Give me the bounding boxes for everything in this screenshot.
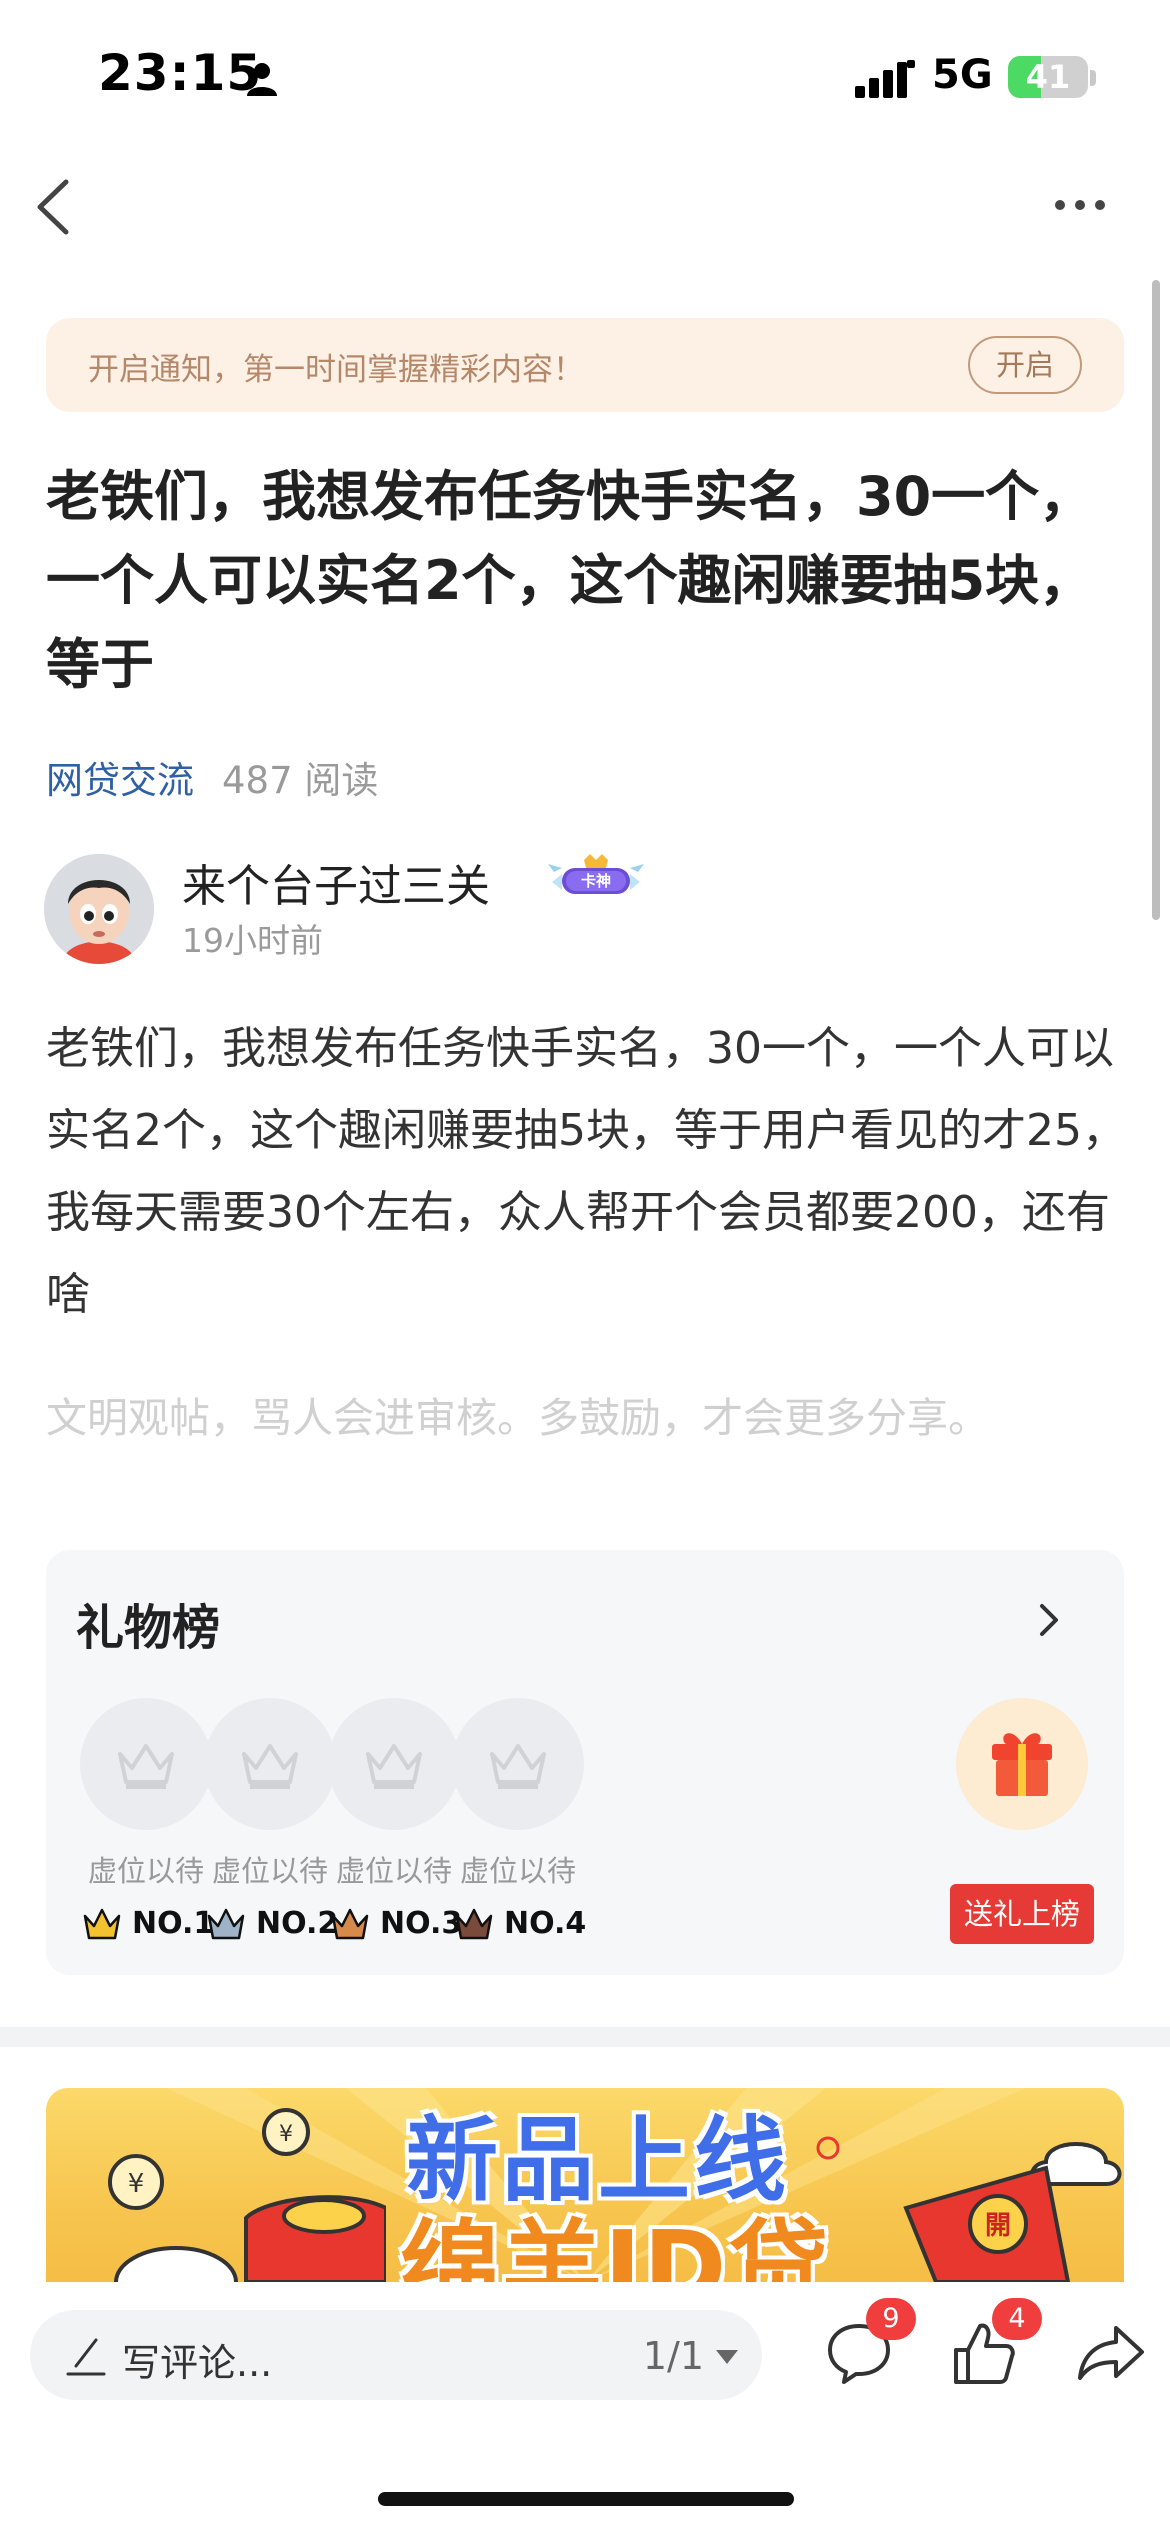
banner-product-name: 绵羊ID贷 [400,2209,831,2282]
like-count-badge: 4 [992,2298,1042,2340]
more-options-icon[interactable] [1052,190,1108,220]
avatar[interactable] [44,854,154,964]
gift-button[interactable] [956,1698,1088,1830]
pen-icon [66,2338,106,2376]
gift-slot-1[interactable]: 虚位以待 NO.1 [76,1698,216,1958]
gift-board-title: 礼物榜 [76,1600,221,1656]
author-name[interactable]: 来个台子过三关 [182,850,490,914]
home-indicator[interactable] [378,2492,794,2506]
post-title: 老铁们，我想发布任务快手实名，30一个，一个人可以实名2个，这个趣闲赚要抽5块，… [46,465,1094,696]
bottom-action-bar: 写评论... 1/1 9 4 [0,2282,1170,2532]
rank-crown-icon [331,1908,369,1940]
gift-box-icon [992,1733,1052,1796]
slot-label: 虚位以待 [87,1854,204,1888]
crown-outline-icon [118,1744,174,1789]
svg-text:¥: ¥ [128,2169,145,2199]
avatar-image [44,854,154,964]
page-indicator[interactable]: 1/1 [643,2334,704,2378]
slot-avatar-placeholder [80,1698,212,1830]
gift-slot-3[interactable]: 虚位以待 NO.3 [324,1698,464,1958]
scrollbar[interactable] [1152,280,1160,920]
status-time: 23:15 [98,44,263,102]
back-arrow-icon[interactable] [30,172,80,242]
comment-count-badge: 9 [866,2298,916,2340]
comment-input[interactable]: 写评论... 1/1 [30,2310,762,2400]
gift-slot-4[interactable]: 虚位以待 NO.4 [448,1698,588,1958]
signal-icon [855,60,915,98]
crown-outline-icon [490,1744,546,1789]
rank-text: NO.4 [504,1906,587,1941]
slot-rank: NO.4 [454,1902,604,1946]
post-time: 19小时前 [182,921,323,960]
section-divider [0,2027,1170,2047]
civility-note: 文明观帖，骂人会进审核。多鼓励，才会更多分享。 [46,1394,989,1442]
send-gift-button[interactable]: 送礼上榜 [950,1884,1094,1944]
enable-notification-button[interactable]: 开启 [968,336,1082,394]
post-body: 老铁们，我想发布任务快手实名，30一个，一个人可以实名2个，这个趣闲赚要抽5块，… [46,1023,1126,1320]
notification-banner: 开启通知，第一时间掌握精彩内容！ 开启 [46,318,1124,412]
crown-outline-icon [242,1744,298,1789]
gift-board: 礼物榜 虚位以待 NO.1 虚位以待 NO.2 虚位以待 NO.3 虚位以待 N… [46,1550,1124,1975]
battery-text: 41 [1025,58,1071,96]
slot-label: 虚位以待 [211,1854,328,1888]
rank-crown-icon [83,1908,121,1940]
svg-text:¥: ¥ [279,2122,293,2147]
battery-indicator: 41 [1008,56,1088,98]
slot-avatar-placeholder [452,1698,584,1830]
chevron-right-icon[interactable] [1034,1600,1064,1640]
read-count: 487 阅读 [222,759,379,802]
slot-avatar-placeholder [328,1698,460,1830]
sheep-mascot-icon: ¥ ¥ [108,2108,386,2282]
rank-crown-icon [455,1908,493,1940]
promo-banner[interactable]: ¥ ¥ 開 新品上线 绵羊ID贷 [46,2088,1124,2282]
comment-placeholder: 写评论... [122,2341,273,2385]
person-icon [247,63,277,96]
network-type: 5G [932,52,993,98]
slot-label: 虚位以待 [459,1854,576,1888]
caret-down-icon[interactable] [716,2350,738,2364]
rank-crown-icon [207,1908,245,1940]
gift-slot-2[interactable]: 虚位以待 NO.2 [200,1698,340,1958]
badge-text: 卡神 [581,872,611,890]
battery-tip [1090,70,1096,86]
card-god-badge-icon: 卡神 [548,854,644,894]
svg-text:開: 開 [985,2211,1011,2241]
share-arrow-icon[interactable] [1076,2324,1146,2382]
topic-link[interactable]: 网贷交流 [46,759,194,802]
notification-text: 开启通知，第一时间掌握精彩内容！ [88,352,584,388]
slot-label: 虚位以待 [335,1854,452,1888]
red-envelope-icon: 開 [816,2136,1122,2282]
post-meta: 网贷交流 487 阅读 [46,750,378,804]
slot-avatar-placeholder [204,1698,336,1830]
status-bar: 23:15 5G 41 [0,0,1170,150]
crown-outline-icon [366,1744,422,1789]
